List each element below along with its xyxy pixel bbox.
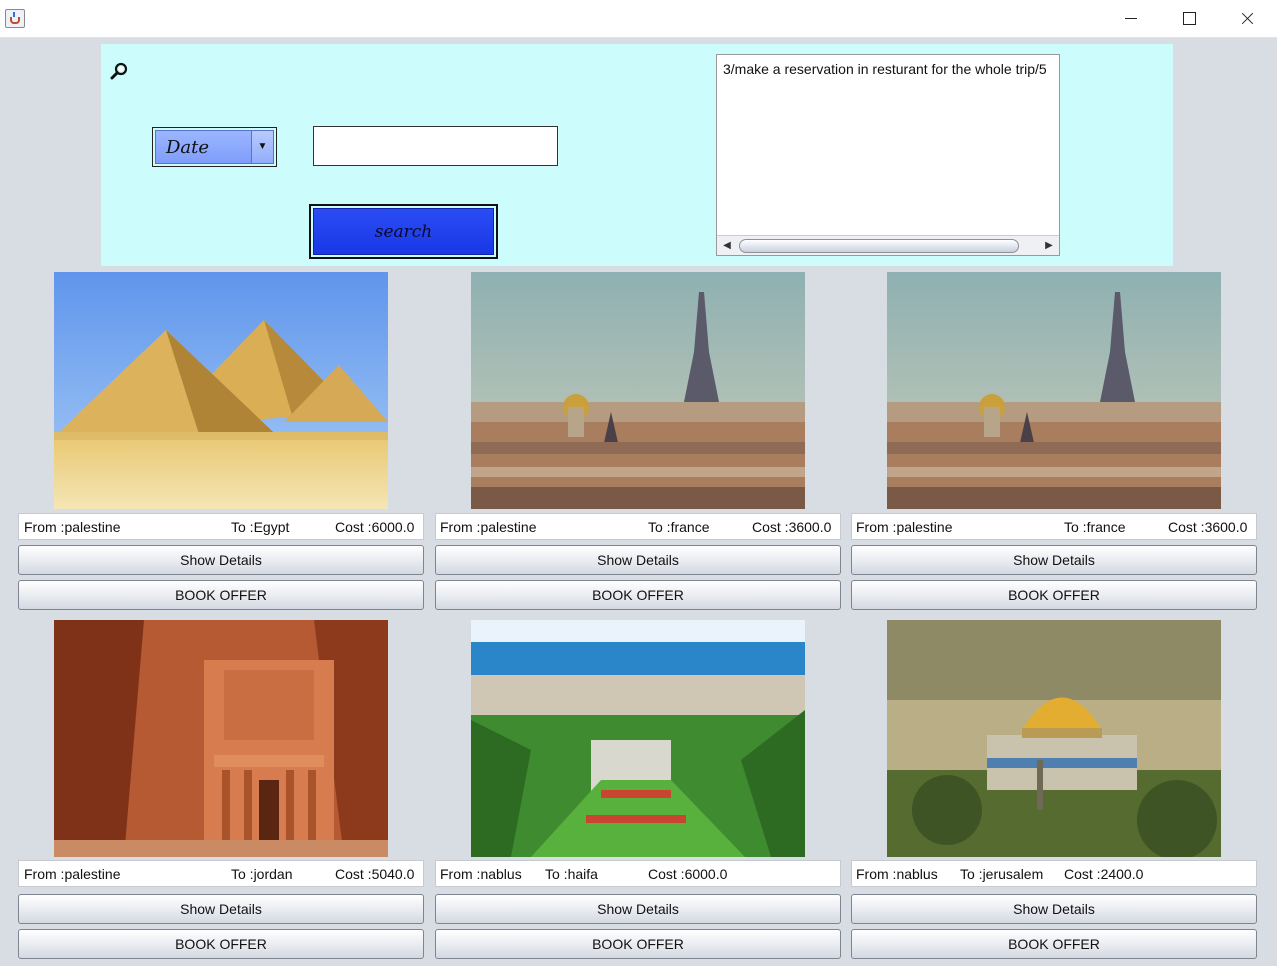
offer-to: To :jerusalem <box>960 866 1044 882</box>
java-cup-icon <box>5 9 25 28</box>
book-offer-button[interactable]: BOOK OFFER <box>18 580 424 610</box>
filter-dropdown[interactable]: Date ▼ <box>152 127 277 167</box>
close-icon[interactable] <box>1218 0 1276 38</box>
notes-scroll-pane[interactable]: 3/make a reservation in resturant for th… <box>716 54 1060 256</box>
show-details-button[interactable]: Show Details <box>851 545 1257 575</box>
offer-cost: Cost :3600.0 <box>752 519 832 535</box>
offer-cost: Cost :6000.0 <box>335 519 415 535</box>
offer-photo-pyramids <box>54 272 388 509</box>
offer-to: To :france <box>1064 519 1126 535</box>
offer-photo-paris <box>471 272 805 509</box>
show-details-button[interactable]: Show Details <box>435 894 841 924</box>
offer-from: From :nablus <box>856 866 938 882</box>
scroll-left-icon[interactable]: ◀ <box>717 236 737 256</box>
offer-from: From :palestine <box>24 519 121 535</box>
title-bar <box>0 0 1277 38</box>
maximize-icon[interactable] <box>1160 0 1218 38</box>
book-offer-button[interactable]: BOOK OFFER <box>435 580 841 610</box>
chevron-down-icon[interactable]: ▼ <box>251 131 273 163</box>
offer-info-bar: From :nablus To :haifa Cost :6000.0 <box>435 860 841 887</box>
offer-photo-haifa <box>471 620 805 857</box>
scrollbar-thumb[interactable] <box>739 239 1019 253</box>
search-button[interactable]: search <box>309 204 498 259</box>
offer-from: From :palestine <box>856 519 953 535</box>
offer-info-bar: From :palestine To :Egypt Cost :6000.0 <box>18 513 424 540</box>
book-offer-button[interactable]: BOOK OFFER <box>851 580 1257 610</box>
book-offer-button[interactable]: BOOK OFFER <box>18 929 424 959</box>
search-button-label: search <box>313 208 494 255</box>
book-offer-button[interactable]: BOOK OFFER <box>851 929 1257 959</box>
offer-from: From :palestine <box>440 519 537 535</box>
book-offer-button[interactable]: BOOK OFFER <box>435 929 841 959</box>
offer-info-bar: From :nablus To :jerusalem Cost :2400.0 <box>851 860 1257 887</box>
minimize-icon[interactable] <box>1102 0 1160 38</box>
search-panel: Date ▼ search 3/make a reservation in re… <box>101 44 1173 266</box>
offer-cost: Cost :3600.0 <box>1168 519 1248 535</box>
show-details-button[interactable]: Show Details <box>18 545 424 575</box>
offer-photo-paris <box>887 272 1221 509</box>
offer-photo-petra <box>54 620 388 857</box>
show-details-button[interactable]: Show Details <box>851 894 1257 924</box>
offer-info-bar: From :palestine To :france Cost :3600.0 <box>435 513 841 540</box>
show-details-button[interactable]: Show Details <box>435 545 841 575</box>
offer-cost: Cost :5040.0 <box>335 866 415 882</box>
offer-to: To :jordan <box>231 866 293 882</box>
offer-photo-jerusalem <box>887 620 1221 857</box>
offer-to: To :haifa <box>545 866 598 882</box>
offer-to: To :Egypt <box>231 519 290 535</box>
offer-from: From :palestine <box>24 866 121 882</box>
offer-info-bar: From :palestine To :jordan Cost :5040.0 <box>18 860 424 887</box>
offer-cost: Cost :6000.0 <box>648 866 728 882</box>
offer-info-bar: From :palestine To :france Cost :3600.0 <box>851 513 1257 540</box>
horizontal-scrollbar[interactable]: ◀ ▶ <box>717 235 1059 255</box>
search-input[interactable] <box>313 126 558 166</box>
offer-from: From :nablus <box>440 866 522 882</box>
show-details-button[interactable]: Show Details <box>18 894 424 924</box>
filter-selected-value: Date <box>166 137 210 158</box>
offer-cost: Cost :2400.0 <box>1064 866 1144 882</box>
offer-to: To :france <box>648 519 710 535</box>
magnifier-icon <box>110 62 128 80</box>
scroll-right-icon[interactable]: ▶ <box>1039 236 1059 256</box>
notes-text-area[interactable]: 3/make a reservation in resturant for th… <box>723 61 1053 231</box>
